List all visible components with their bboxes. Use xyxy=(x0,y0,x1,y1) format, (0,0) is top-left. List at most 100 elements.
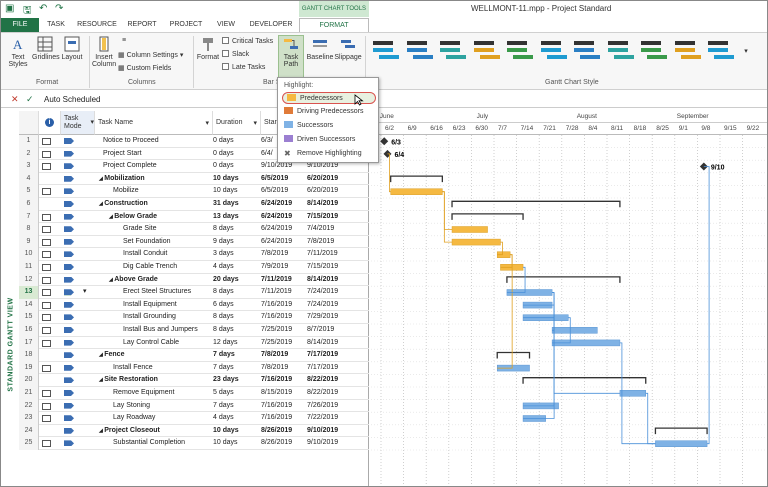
column-settings-button[interactable]: ▦ Column Settings ▾ xyxy=(118,51,196,59)
duration-cell[interactable]: 31 days xyxy=(213,198,259,211)
task-name-cell[interactable]: Install Equipment xyxy=(95,299,211,312)
start-cell[interactable]: 7/8/2019 xyxy=(261,362,309,375)
summary-bar[interactable] xyxy=(654,427,708,435)
critical-tasks-box[interactable] xyxy=(222,37,229,44)
duration-cell[interactable]: 8 days xyxy=(213,311,259,324)
confirm-entry-icon[interactable]: ✓ xyxy=(26,94,34,105)
finish-cell[interactable]: 6/20/2019 xyxy=(307,185,365,198)
table-row[interactable]: 6 ◢ Construction 31 days 6/24/2019 8/14/2019 xyxy=(19,198,369,211)
finish-cell[interactable]: 7/4/2019 xyxy=(307,223,365,236)
table-row[interactable]: 16 Install Bus and Jumpers 8 days 7/25/2019… xyxy=(19,324,369,337)
finish-cell[interactable]: 7/17/2019 xyxy=(307,349,365,362)
finish-cell[interactable]: 9/10/2019 xyxy=(307,437,365,450)
duration-cell[interactable]: 9 days xyxy=(213,236,259,249)
gantt-style-swatch[interactable] xyxy=(572,39,600,65)
task-bar[interactable] xyxy=(655,440,708,447)
start-cell[interactable]: 7/16/2019 xyxy=(261,299,309,312)
finish-cell[interactable]: 8/14/2019 xyxy=(307,198,365,211)
finish-cell[interactable]: 7/24/2019 xyxy=(307,286,365,299)
duration-header[interactable]: Duration ▾ xyxy=(213,111,261,135)
finish-cell[interactable]: 7/29/2019 xyxy=(307,311,365,324)
gridlines-button[interactable]: Gridlines xyxy=(32,36,60,61)
start-cell[interactable]: 7/9/2019 xyxy=(261,261,309,274)
menu-item-remove-highlighting[interactable]: ✖ Remove Highlighting xyxy=(284,148,362,160)
row-id-cell[interactable]: 6 xyxy=(19,198,39,211)
duration-cell[interactable]: 7 days xyxy=(213,362,259,375)
summary-bar[interactable] xyxy=(451,200,621,208)
gantt-style-swatch[interactable] xyxy=(673,39,701,65)
duration-cell[interactable]: 5 days xyxy=(213,387,259,400)
task-name-cell[interactable]: ◢ Fence xyxy=(95,349,211,362)
summary-bar[interactable] xyxy=(451,213,524,220)
start-cell[interactable]: 8/26/2019 xyxy=(261,437,309,450)
start-cell[interactable]: 7/11/2019 xyxy=(261,274,309,287)
format-button[interactable]: Format xyxy=(196,36,220,61)
slack-checkbox[interactable]: Slack xyxy=(222,50,282,58)
row-id-cell[interactable]: 16 xyxy=(19,324,39,337)
table-row[interactable]: 4 ◢ Mobilization 10 days 6/5/2019 6/20/2019 xyxy=(19,172,369,186)
finish-cell[interactable]: 8/22/2019 xyxy=(307,387,365,400)
late-tasks-box[interactable] xyxy=(222,63,229,70)
row-id-cell[interactable]: 22 xyxy=(19,399,39,413)
task-name-cell[interactable]: Lay Control Cable xyxy=(95,337,211,350)
tab-project[interactable]: PROJECT xyxy=(163,18,209,32)
row-id-cell[interactable]: 25 xyxy=(19,437,39,450)
align-left-icon[interactable]: ≡ xyxy=(118,37,130,44)
row-id-cell[interactable]: 23 xyxy=(19,412,39,425)
start-cell[interactable]: 6/24/2019 xyxy=(261,211,309,224)
task-name-cell[interactable]: ◢ Below Grade xyxy=(95,211,211,224)
start-cell[interactable]: 7/16/2019 xyxy=(261,374,309,387)
task-name-cell[interactable]: Project Complete xyxy=(95,160,211,173)
duration-cell[interactable]: 7 days xyxy=(213,400,259,413)
row-id-cell[interactable]: 19 xyxy=(19,361,39,375)
start-cell[interactable]: 7/16/2019 xyxy=(261,412,309,425)
task-name-cell[interactable]: ◢ Mobilization xyxy=(95,173,211,186)
task-name-cell[interactable]: Set Foundation xyxy=(95,236,211,249)
duration-cell[interactable]: 0 days xyxy=(213,148,259,161)
summary-bar[interactable] xyxy=(390,175,443,183)
duration-dropdown-icon[interactable]: ▾ xyxy=(253,119,257,127)
start-cell[interactable]: 7/25/2019 xyxy=(261,337,309,350)
gantt-style-swatch[interactable] xyxy=(405,39,433,65)
slack-box[interactable] xyxy=(222,50,229,57)
task-name-cell[interactable]: Project Start xyxy=(95,148,211,161)
duration-cell[interactable]: 10 days xyxy=(213,173,259,186)
tab-developer[interactable]: DEVELOPER xyxy=(243,18,299,32)
finish-cell[interactable]: 7/26/2019 xyxy=(307,400,365,413)
duration-cell[interactable]: 0 days xyxy=(213,135,259,148)
task-name-cell[interactable]: Lay Stoning xyxy=(95,400,211,413)
row-id-cell[interactable]: 24 xyxy=(19,424,39,438)
task-bar[interactable] xyxy=(551,327,598,334)
start-cell[interactable]: 7/8/2019 xyxy=(261,248,309,261)
gantt-style-swatch[interactable] xyxy=(539,39,567,65)
duration-cell[interactable]: 8 days xyxy=(213,324,259,337)
table-row[interactable]: 8 Grade Site 8 days 6/24/2019 7/4/2019 xyxy=(19,223,369,236)
table-row[interactable]: 9 Set Foundation 9 days 6/24/2019 7/8/2019 xyxy=(19,235,369,249)
row-id-cell[interactable]: 14 xyxy=(19,298,39,312)
finish-cell[interactable]: 7/17/2019 xyxy=(307,362,365,375)
task-bar[interactable] xyxy=(390,188,443,195)
task-bar[interactable] xyxy=(619,390,646,397)
duration-cell[interactable]: 8 days xyxy=(213,223,259,236)
table-row[interactable]: 11 Dig Cable Trench 4 days 7/9/2019 7/15/201… xyxy=(19,261,369,274)
finish-cell[interactable]: 6/20/2019 xyxy=(307,173,365,186)
table-row[interactable]: 7 ◢ Below Grade 13 days 6/24/2019 7/15/2019 xyxy=(19,210,369,224)
start-cell[interactable]: 8/26/2019 xyxy=(261,425,309,438)
row-id-cell[interactable]: 12 xyxy=(19,273,39,287)
table-row[interactable]: 21 Remove Equipment 5 days 8/15/2019 8/22/20… xyxy=(19,387,369,400)
row-id-cell[interactable]: 21 xyxy=(19,387,39,400)
duration-cell[interactable]: 6 days xyxy=(213,299,259,312)
task-mode-dropdown-icon[interactable]: ▾ xyxy=(90,119,94,127)
finish-cell[interactable]: 7/11/2019 xyxy=(307,248,365,261)
finish-cell[interactable]: 7/8/2019 xyxy=(307,236,365,249)
task-name-cell[interactable]: Install Grounding xyxy=(95,311,211,324)
row-id-cell[interactable]: 20 xyxy=(19,374,39,387)
duration-cell[interactable]: 0 days xyxy=(213,160,259,173)
finish-cell[interactable]: 7/22/2019 xyxy=(307,412,365,425)
task-bar[interactable] xyxy=(451,238,501,246)
row-id-cell[interactable]: 3 xyxy=(19,160,39,173)
task-name-dropdown-icon[interactable]: ▾ xyxy=(205,119,209,127)
start-cell[interactable]: 6/24/2019 xyxy=(261,236,309,249)
task-name-cell[interactable]: Remove Equipment xyxy=(95,387,211,400)
milestone-diamond[interactable] xyxy=(380,137,389,146)
